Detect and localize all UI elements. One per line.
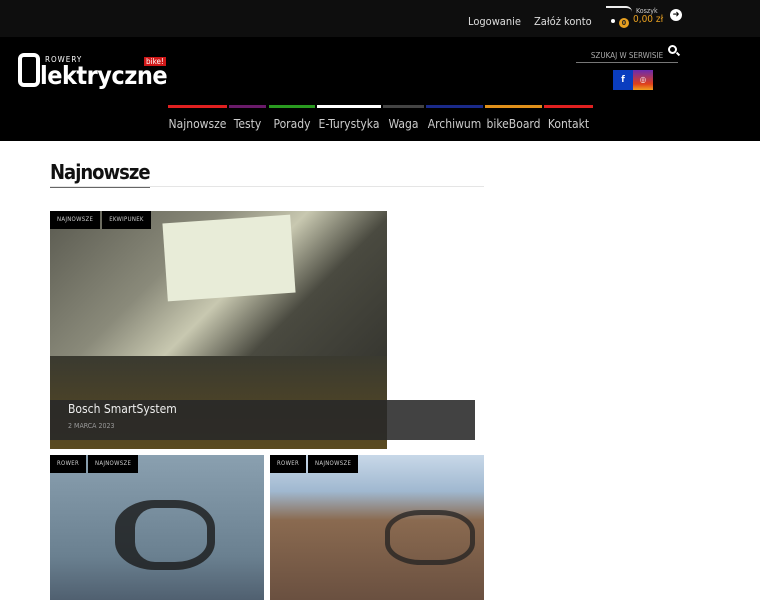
tag-najnowsze[interactable]: NAJNOWSZE	[50, 211, 101, 229]
article-card-1[interactable]: ROWER NAJNOWSZE	[50, 455, 264, 600]
riders-image	[385, 510, 475, 565]
arrow-right-icon[interactable]: ➜	[670, 9, 682, 21]
card-1-tags: ROWER NAJNOWSZE	[50, 455, 139, 473]
page-title: Najnowsze	[50, 160, 151, 188]
nav-porady[interactable]: Porady	[269, 105, 315, 141]
login-link[interactable]: Logowanie	[468, 15, 521, 28]
nav-waga[interactable]: Waga	[383, 105, 424, 141]
header: ROWERY lektryczne bike! SZUKAJ W SERWISI…	[0, 37, 760, 141]
nav-testy[interactable]: Testy	[229, 105, 266, 141]
tag-najnowsze[interactable]: NAJNOWSZE	[88, 455, 139, 473]
tag-najnowsze[interactable]: NAJNOWSZE	[308, 455, 359, 473]
cart-dot-icon	[611, 19, 615, 23]
article-card-2[interactable]: ROWER NAJNOWSZE	[270, 455, 484, 600]
cart-total[interactable]: 0,00 zł	[633, 14, 663, 25]
divider	[50, 186, 484, 187]
tag-rower[interactable]: ROWER	[270, 455, 306, 473]
featured-title[interactable]: Bosch SmartSystem	[68, 402, 177, 416]
instagram-icon[interactable]: ◎	[633, 70, 653, 90]
featured-date: 2 MARCA 2023	[68, 422, 115, 430]
top-bar: Logowanie Załóż konto 0 Koszyk 0,00 zł ➜	[0, 0, 760, 37]
register-link[interactable]: Załóż konto	[534, 15, 592, 28]
nav-najnowsze[interactable]: Najnowsze	[168, 105, 227, 141]
tag-ekwipunek[interactable]: EKWIPUNEK	[102, 211, 151, 229]
card-2-tags: ROWER NAJNOWSZE	[270, 455, 359, 473]
search-input[interactable]: SZUKAJ W SERWISIE	[576, 51, 678, 63]
nav-kontakt[interactable]: Kontakt	[544, 105, 593, 141]
nav-archiwum[interactable]: Archiwum	[426, 105, 483, 141]
featured-tags: NAJNOWSZE EKWIPUNEK	[50, 211, 151, 229]
projection-screen-image	[162, 214, 296, 302]
cart-icon[interactable]	[606, 6, 632, 12]
nav-bikeboard[interactable]: bikeBoard	[485, 105, 542, 141]
cart-count-badge: 0	[619, 18, 629, 28]
logo-e-icon	[18, 53, 40, 87]
facebook-icon[interactable]: f	[613, 70, 633, 90]
search-icon[interactable]	[668, 45, 677, 54]
nav-e-turystyka[interactable]: E-Turystyka	[317, 105, 381, 141]
bike-image	[115, 500, 215, 570]
tag-rower[interactable]: ROWER	[50, 455, 86, 473]
